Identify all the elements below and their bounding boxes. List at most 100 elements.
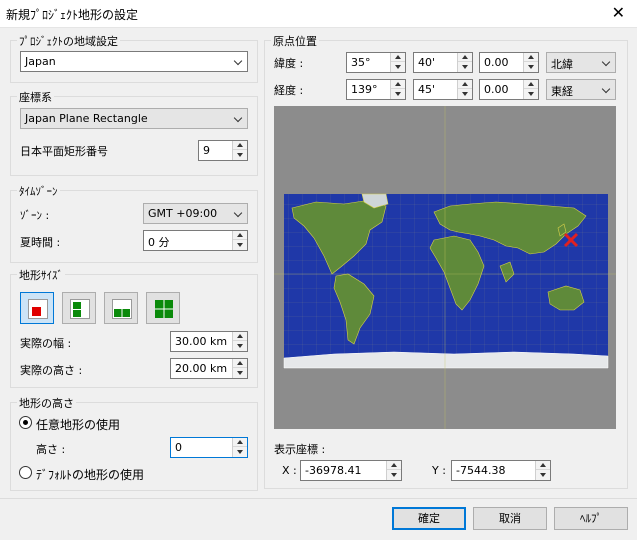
lon-min-stepper[interactable]: 45' [413,79,473,100]
terrain-height-group-title: 地形の高さ [17,395,76,411]
x-value: -36978.41 [305,464,362,477]
lat-sec-stepper[interactable]: 0.00 [479,52,539,73]
lat-hemisphere-value: 北緯 [551,58,573,71]
size-1x1-button[interactable] [20,292,54,324]
custom-terrain-radio[interactable] [19,416,32,429]
chevron-down-icon [602,86,610,94]
lon-sec-stepper[interactable]: 0.00 [479,79,539,100]
spin-up-icon[interactable] [536,461,550,470]
lon-hemisphere-select[interactable]: 東経 [546,79,616,100]
display-coords-label: 表示座標 : [274,443,326,456]
chevron-down-icon [602,59,610,67]
coord-system-value: Japan Plane Rectangle [25,112,148,125]
lon-deg-value: 139° [351,83,378,96]
spin-down-icon[interactable] [233,341,247,351]
region-select-value: Japan [25,55,56,68]
grid-2x2-icon [155,300,173,318]
title-bar: 新規ﾌﾟﾛｼﾞｪｸﾄ地形の設定 ✕ [0,0,637,28]
custom-terrain-label[interactable]: 任意地形の使用 [36,416,120,433]
size-1x2-button[interactable] [62,292,96,324]
lon-sec-value: 0.00 [484,83,509,96]
grid-1x2-icon [70,299,90,319]
real-height-stepper[interactable]: 20.00 km [170,358,248,379]
coord-system-select[interactable]: Japan Plane Rectangle [20,108,248,129]
region-group-title: ﾌﾟﾛｼﾞｪｸﾄの地域設定 [17,33,120,49]
spin-up-icon[interactable] [391,53,405,62]
x-stepper[interactable]: -36978.41 [300,460,402,481]
spin-down-icon[interactable] [233,150,247,160]
world-map-graphic [274,106,616,429]
plane-number-label: 日本平面矩形番号 [20,145,108,158]
spin-up-icon[interactable] [233,332,247,341]
spin-up-icon[interactable] [524,53,538,62]
zone-select[interactable]: GMT +09:00 [143,203,248,224]
y-label: Y : [432,464,446,477]
zone-value: GMT +09:00 [148,207,218,220]
longitude-label: 経度 : [274,84,304,97]
spin-down-icon[interactable] [387,470,401,480]
spin-up-icon[interactable] [458,80,472,89]
height-value: 0 [175,441,182,454]
real-height-label: 実際の高さ : [20,364,83,377]
origin-group-title: 原点位置 [271,33,319,49]
close-icon[interactable]: ✕ [612,4,625,22]
spin-up-icon[interactable] [387,461,401,470]
lat-hemisphere-select[interactable]: 北緯 [546,52,616,73]
spin-up-icon[interactable] [524,80,538,89]
dst-stepper[interactable]: 0 分 [143,230,248,251]
lat-min-value: 40' [418,56,436,69]
spin-up-icon[interactable] [391,80,405,89]
spin-up-icon[interactable] [458,53,472,62]
chevron-down-icon [234,115,242,123]
lat-deg-stepper[interactable]: 35° [346,52,406,73]
spin-down-icon[interactable] [458,89,472,99]
lon-hemisphere-value: 東経 [551,85,573,98]
plane-number-stepper[interactable]: 9 [198,140,248,161]
lat-deg-value: 35° [351,56,371,69]
spin-down-icon[interactable] [524,89,538,99]
real-width-value: 30.00 km [175,335,228,348]
size-2x1-button[interactable] [104,292,138,324]
terrain-size-group-title: 地形ｻｲｽﾞ [17,267,65,283]
grid-1x1-icon [28,299,48,319]
timezone-group: ﾀｲﾑｿﾞｰﾝ [10,183,258,263]
spin-down-icon[interactable] [391,62,405,72]
spin-up-icon[interactable] [233,359,247,368]
y-stepper[interactable]: -7544.38 [451,460,551,481]
spin-down-icon[interactable] [233,240,247,250]
grid-2x1-icon [112,299,132,319]
spin-down-icon[interactable] [233,447,247,457]
spin-down-icon[interactable] [233,368,247,378]
window-title: 新規ﾌﾟﾛｼﾞｪｸﾄ地形の設定 [6,8,139,22]
default-terrain-label[interactable]: ﾃﾞﾌｫﾙﾄの地形の使用 [36,466,144,483]
spin-down-icon[interactable] [536,470,550,480]
spin-down-icon[interactable] [458,62,472,72]
dst-value: 0 分 [148,236,170,249]
world-map[interactable] [274,106,616,429]
size-2x2-button[interactable] [146,292,180,324]
ok-button[interactable]: 確定 [392,507,466,530]
lat-sec-value: 0.00 [484,56,509,69]
help-button[interactable]: ﾍﾙﾌﾟ [554,507,628,530]
real-width-label: 実際の幅 : [20,337,72,350]
lat-min-stepper[interactable]: 40' [413,52,473,73]
lon-deg-stepper[interactable]: 139° [346,79,406,100]
spin-up-icon[interactable] [233,438,247,447]
spin-down-icon[interactable] [524,62,538,72]
lon-min-value: 45' [418,83,436,96]
region-select[interactable]: Japan [20,51,248,72]
chevron-down-icon [234,210,242,218]
height-label: 高さ : [36,443,66,456]
spin-up-icon[interactable] [233,231,247,240]
cancel-button[interactable]: 取消 [473,507,547,530]
spin-up-icon[interactable] [233,141,247,150]
zone-label: ｿﾞｰﾝ : [20,209,50,222]
height-stepper[interactable]: 0 [170,437,248,458]
spin-down-icon[interactable] [391,89,405,99]
chevron-down-icon [234,58,242,66]
default-terrain-radio[interactable] [19,466,32,479]
real-width-stepper[interactable]: 30.00 km [170,331,248,352]
x-label: X : [282,464,297,477]
latitude-label: 緯度 : [274,57,304,70]
divider [0,498,637,499]
